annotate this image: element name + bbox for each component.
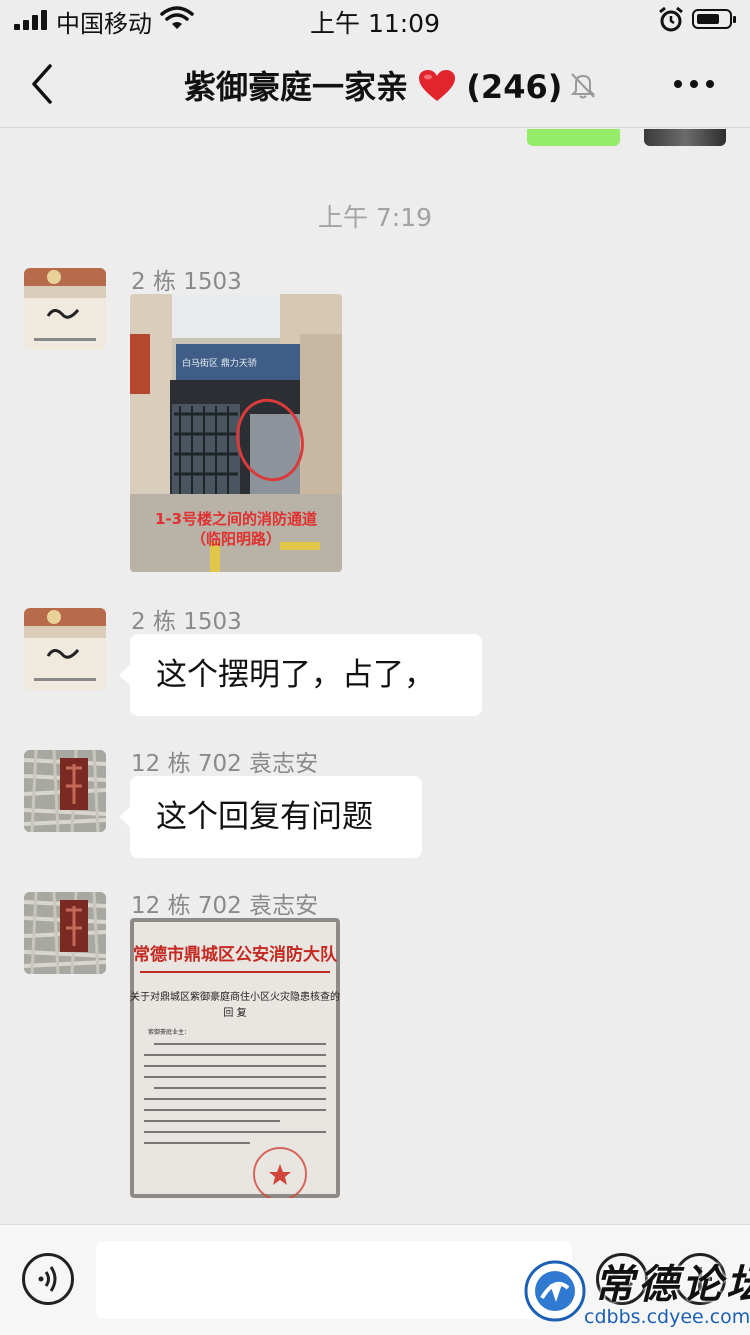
heart-icon: [419, 70, 456, 101]
avatar[interactable]: [24, 608, 106, 690]
doc-subtitle-line-2: 回 复: [223, 1006, 246, 1019]
sender-name: 12 栋 702 袁志安: [131, 751, 319, 777]
watermark-logo: [524, 1260, 586, 1322]
previous-self-bubble: [527, 129, 620, 146]
image-caption-line-1: 1-3号楼之间的消防通道: [155, 510, 317, 528]
status-time: 上午 11:09: [310, 9, 440, 38]
doc-header: 常德市鼎城区公安消防大队: [133, 944, 338, 965]
avatar-image: [24, 892, 106, 974]
status-bar: 中国移动 上午 11:09: [0, 0, 750, 40]
member-count: (246): [466, 68, 563, 106]
avatar-image: [24, 750, 106, 832]
message-bubble[interactable]: 这个摆明了，占了，: [119, 634, 482, 716]
watermark: 常德论坛 cdbbs.cdyee.com: [520, 1250, 750, 1334]
mute-bell-icon: [570, 73, 596, 99]
battery-icon: [692, 9, 736, 29]
avatar-image: [24, 268, 106, 350]
image-sign: 白马街区 鼎力天骄: [182, 357, 257, 369]
message-text: 这个回复有问题: [156, 799, 373, 835]
doc-salutation: 紫御豪庭业主：: [148, 1028, 190, 1036]
chat-timestamp: 上午 7:19: [317, 203, 433, 232]
watermark-text: 常德论坛: [594, 1261, 750, 1308]
voice-icon[interactable]: [22, 1253, 74, 1305]
doc-subtitle-line-1: 关于对鼎城区紫御豪庭商住小区火灾隐患核查的: [130, 990, 340, 1003]
avatar[interactable]: [24, 750, 106, 832]
image-caption-line-2: （临阳明路）: [191, 530, 281, 548]
chat-title[interactable]: 紫御豪庭一家亲 (246): [184, 62, 562, 108]
sender-name: 12 栋 702 袁志安: [131, 893, 319, 919]
avatar[interactable]: [24, 268, 106, 350]
message-text: 这个摆明了，占了，: [156, 657, 435, 693]
back-icon[interactable]: [24, 62, 64, 106]
avatar-image: [24, 608, 106, 690]
message-input[interactable]: [96, 1241, 572, 1319]
chat-header: 紫御豪庭一家亲 (246): [0, 40, 750, 128]
photo-fire-lane: 白马街区 鼎力天骄 1-3号楼之间的消防通道 （临阳明路）: [130, 294, 342, 572]
sender-name: 2 栋 1503: [131, 269, 242, 295]
image-message[interactable]: 白马街区 鼎力天骄 1-3号楼之间的消防通道 （临阳明路）: [130, 294, 342, 572]
alarm-icon: [659, 7, 683, 32]
message-bubble[interactable]: 这个回复有问题: [119, 776, 422, 858]
more-icon[interactable]: [672, 66, 716, 102]
self-avatar: [644, 129, 726, 146]
watermark-url: cdbbs.cdyee.com: [584, 1306, 750, 1328]
avatar[interactable]: [24, 892, 106, 974]
group-name: 紫御豪庭一家亲: [184, 68, 409, 106]
photo-document: 常德市鼎城区公安消防大队 关于对鼎城区紫御豪庭商住小区火灾隐患核查的 回 复 紫…: [130, 918, 340, 1198]
sender-name: 2 栋 1503: [131, 609, 242, 635]
image-message[interactable]: 常德市鼎城区公安消防大队 关于对鼎城区紫御豪庭商住小区火灾隐患核查的 回 复 紫…: [130, 918, 340, 1198]
